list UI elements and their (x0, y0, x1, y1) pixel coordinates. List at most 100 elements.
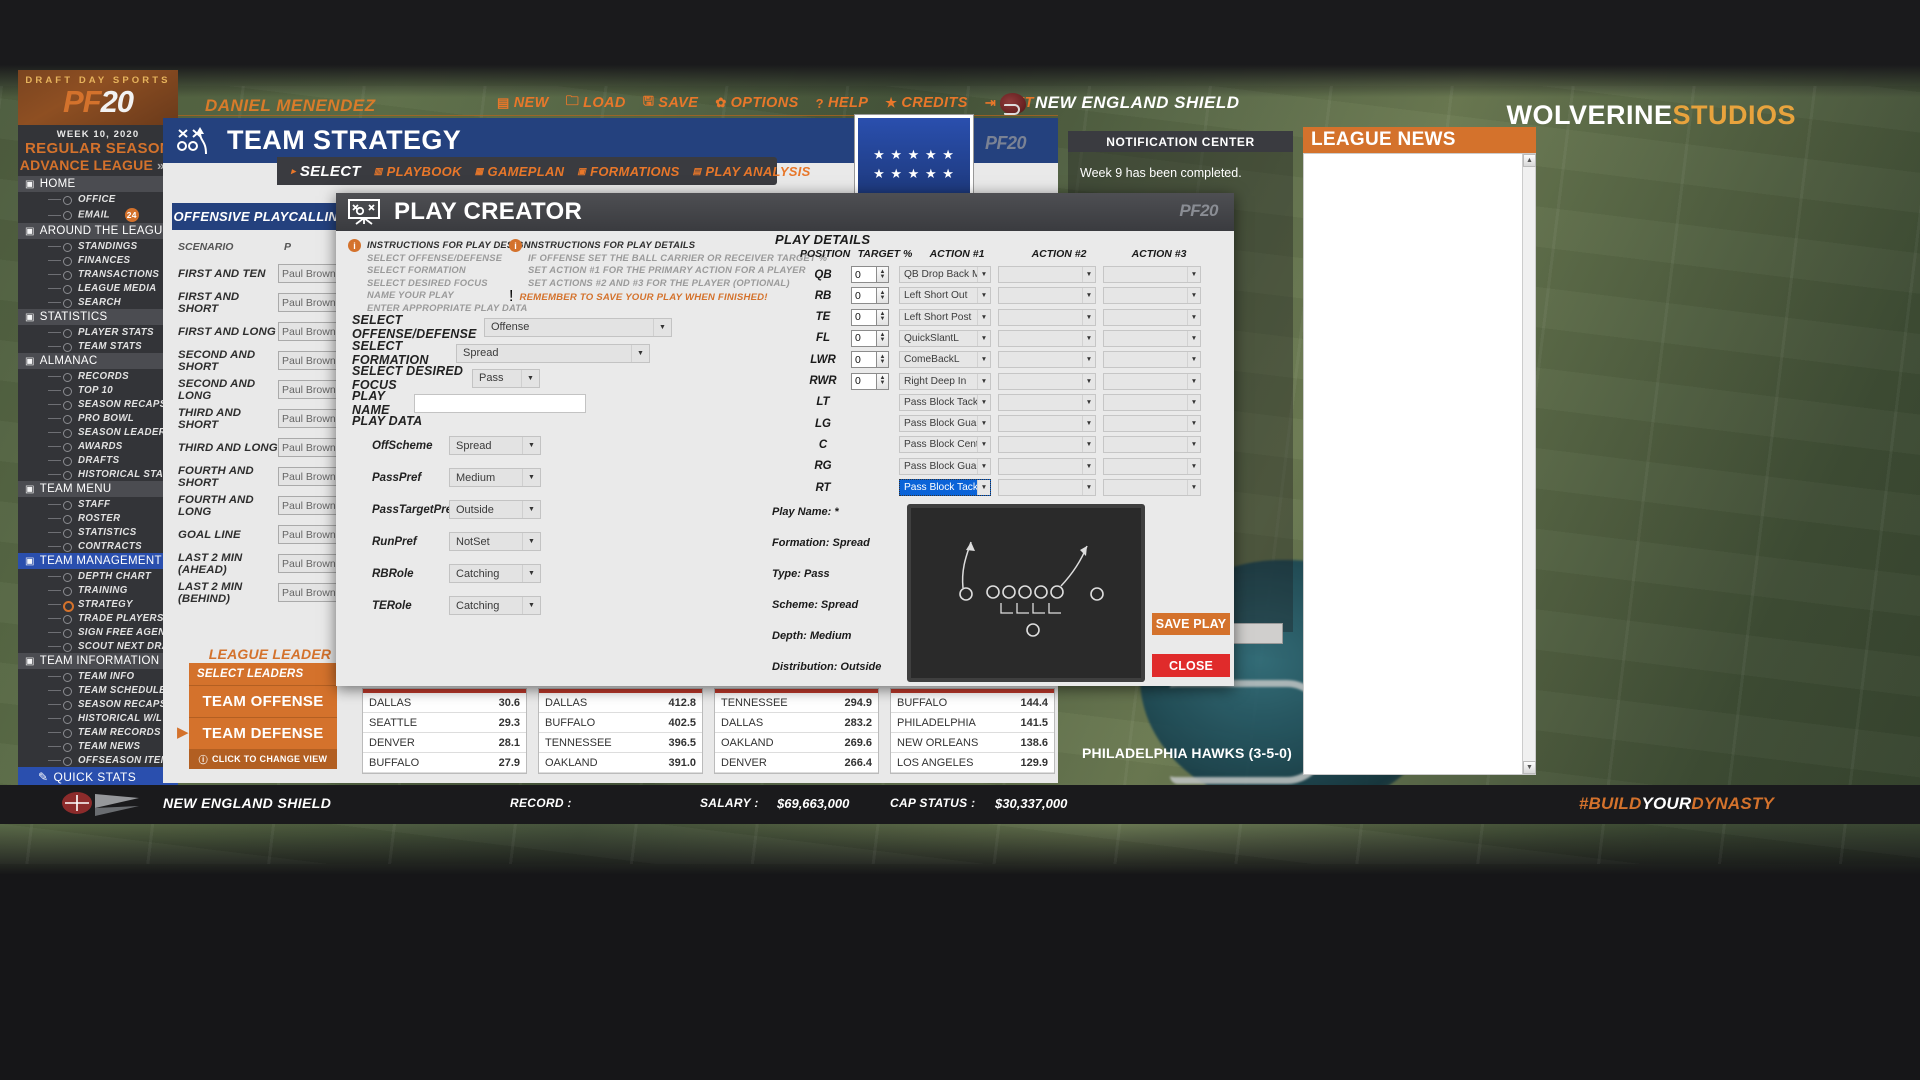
chevron-down-icon[interactable]: ▼ (1082, 458, 1095, 474)
change-view-note[interactable]: ⓘ CLICK TO CHANGE VIEW (189, 749, 337, 769)
action-3-select[interactable]: ▼ (1103, 415, 1201, 433)
play-data-select[interactable]: Medium ▼ (449, 468, 541, 487)
action-2-select[interactable]: ▼ (998, 415, 1096, 433)
chevron-down-icon[interactable]: ▼ (522, 501, 540, 518)
formation-select[interactable]: Spread ▼ (456, 343, 650, 363)
sidebar-section-almanac[interactable]: ▣ ALMANAC (18, 353, 178, 369)
sidebar-item-depth-chart[interactable]: DEPTH CHART (18, 569, 178, 583)
target-pct-stepper[interactable]: 0 ▲ ▼ (851, 351, 889, 369)
chevron-down-icon[interactable]: ▼ (1187, 416, 1200, 432)
chevron-down-icon[interactable]: ▼ (1187, 288, 1200, 304)
scenario-play-select[interactable]: Paul Brown (278, 264, 344, 283)
action-3-select[interactable]: ▼ (1103, 436, 1201, 454)
sidebar-item-awards[interactable]: AWARDS (18, 439, 178, 453)
chevron-down-icon[interactable]: ▼ (522, 533, 540, 550)
chevron-down-icon[interactable]: ▼ (1082, 416, 1095, 432)
sidebar-item-contracts[interactable]: CONTRACTS (18, 539, 178, 553)
scroll-down-icon[interactable]: ▼ (1523, 761, 1536, 774)
scenario-play-select[interactable]: Paul Brown (278, 467, 344, 486)
action-1-select[interactable]: Pass Block Guard ▼ (899, 457, 991, 475)
stepper-arrows-icon[interactable]: ▲ ▼ (876, 266, 889, 283)
sidebar-item-email[interactable]: EMAIL 24 (18, 206, 178, 223)
close-button[interactable]: CLOSE (1152, 654, 1230, 677)
action-3-select[interactable]: ▼ (1103, 266, 1201, 283)
sidebar-item-training[interactable]: TRAINING (18, 583, 178, 597)
action-1-select[interactable]: ComeBackL ▼ (899, 351, 991, 369)
play-data-select[interactable]: Spread ▼ (449, 436, 541, 455)
sidebar-section-team-information[interactable]: ▣ TEAM INFORMATION (18, 653, 178, 669)
sidebar-item-strategy[interactable]: STRATEGY (18, 597, 178, 612)
chevron-down-icon[interactable]: ▼ (521, 369, 539, 387)
chevron-down-icon[interactable]: ▼ (1082, 330, 1095, 346)
scenario-play-select[interactable]: Paul Brown (278, 525, 344, 544)
chevron-down-icon[interactable]: ▼ (977, 330, 990, 346)
action-3-select[interactable]: ▼ (1103, 393, 1201, 411)
sidebar-item-scout-next-draft[interactable]: SCOUT NEXT DRAFT (18, 639, 178, 653)
sidebar-item-statistics[interactable]: STATISTICS (18, 525, 178, 539)
league-news-scrollbar[interactable]: ▲ ▼ (1522, 154, 1536, 774)
scenario-play-select[interactable]: Paul Brown (278, 322, 344, 341)
sidebar-item-team-schedule[interactable]: TEAM SCHEDULE (18, 683, 178, 697)
sidebar-item-finances[interactable]: FINANCES (18, 253, 178, 267)
target-pct-stepper[interactable]: 0 ▲ ▼ (851, 287, 889, 305)
sidebar-item-roster[interactable]: ROSTER (18, 511, 178, 525)
chevron-down-icon[interactable]: ▼ (977, 309, 990, 325)
sidebar-item-season-recaps[interactable]: SEASON RECAPS (18, 397, 178, 411)
scroll-up-icon[interactable]: ▲ (1523, 154, 1536, 167)
sidebar-item-trade-players[interactable]: TRADE PLAYERS (18, 611, 178, 625)
tab-gameplan[interactable]: ▦ GAMEPLAN (475, 164, 565, 179)
chevron-down-icon[interactable]: ▼ (1187, 373, 1200, 389)
tab-play-analysis[interactable]: ▤ PLAY ANALYSIS (693, 164, 811, 179)
chevron-down-icon[interactable]: ▼ (522, 437, 540, 454)
sidebar-item-season-leaders[interactable]: SEASON LEADERS (18, 425, 178, 439)
sidebar-item-team-news[interactable]: TEAM NEWS (18, 739, 178, 753)
sidebar-item-offseason-items[interactable]: OFFSEASON ITEMS (18, 753, 178, 767)
chevron-down-icon[interactable]: ▼ (1082, 480, 1095, 495)
action-2-select[interactable]: ▼ (998, 308, 1096, 326)
chevron-down-icon[interactable]: ▼ (1187, 352, 1200, 368)
stepper-arrows-icon[interactable]: ▲ ▼ (876, 329, 889, 347)
stepper-arrows-icon[interactable]: ▲ ▼ (876, 308, 889, 326)
action-2-select[interactable]: ▼ (998, 351, 1096, 369)
chevron-down-icon[interactable]: ▼ (1082, 437, 1095, 453)
menu-item-options[interactable]: ✿ OPTIONS (715, 95, 798, 111)
play-data-select[interactable]: Catching ▼ (449, 564, 541, 583)
scenario-play-select[interactable]: Paul Brown (278, 351, 344, 370)
sidebar-item-league-media[interactable]: LEAGUE MEDIA (18, 281, 178, 295)
chevron-down-icon[interactable]: ▼ (522, 565, 540, 582)
sidebar-item-records[interactable]: RECORDS (18, 369, 178, 383)
chevron-down-icon[interactable]: ▼ (1187, 480, 1200, 495)
sidebar-item-standings[interactable]: STANDINGS (18, 239, 178, 253)
play-data-select[interactable]: Outside ▼ (449, 500, 541, 519)
sidebar-item-season-recaps[interactable]: SEASON RECAPS (18, 697, 178, 711)
sidebar-item-player-stats[interactable]: PLAYER STATS (18, 325, 178, 339)
scenario-play-select[interactable]: Paul Brown (278, 293, 344, 312)
action-2-select[interactable]: ▼ (998, 436, 1096, 454)
chevron-down-icon[interactable]: ▼ (1187, 309, 1200, 325)
action-1-select[interactable]: Pass Block Tackle ▼ (899, 479, 991, 496)
chevron-down-icon[interactable]: ▼ (1082, 352, 1095, 368)
sidebar-item-top-10[interactable]: TOP 10 (18, 383, 178, 397)
scenario-play-select[interactable]: Paul Brown (278, 409, 344, 428)
tab-formations[interactable]: ▣ FORMATIONS (577, 164, 679, 179)
action-2-select[interactable]: ▼ (998, 329, 1096, 347)
advance-league-button[interactable]: ADVANCE LEAGUE » (18, 157, 178, 176)
stepper-arrows-icon[interactable]: ▲ ▼ (876, 372, 889, 390)
chevron-down-icon[interactable]: ▼ (977, 288, 990, 304)
action-1-select[interactable]: Pass Block Tackle ▼ (899, 393, 991, 411)
chevron-down-icon[interactable]: ▼ (522, 469, 540, 486)
chevron-down-icon[interactable]: ▼ (522, 597, 540, 614)
chevron-down-icon[interactable]: ▼ (977, 458, 990, 474)
chevron-down-icon[interactable]: ▼ (1082, 394, 1095, 410)
action-1-select[interactable]: Right Deep In ▼ (899, 372, 991, 390)
action-3-select[interactable]: ▼ (1103, 308, 1201, 326)
action-2-select[interactable]: ▼ (998, 393, 1096, 411)
offense-defense-select[interactable]: Offense ▼ (484, 317, 672, 337)
stepper-arrows-icon[interactable]: ▲ ▼ (876, 351, 889, 369)
sidebar-item-historical-stats[interactable]: HISTORICAL STATS (18, 467, 178, 481)
action-1-select[interactable]: QuickSlantL ▼ (899, 329, 991, 347)
chevron-down-icon[interactable]: ▼ (1187, 437, 1200, 453)
target-pct-stepper[interactable]: 0 ▲ ▼ (851, 372, 889, 390)
sidebar-item-office[interactable]: OFFICE (18, 192, 178, 206)
scenario-play-select[interactable]: Paul Brown (278, 583, 344, 602)
